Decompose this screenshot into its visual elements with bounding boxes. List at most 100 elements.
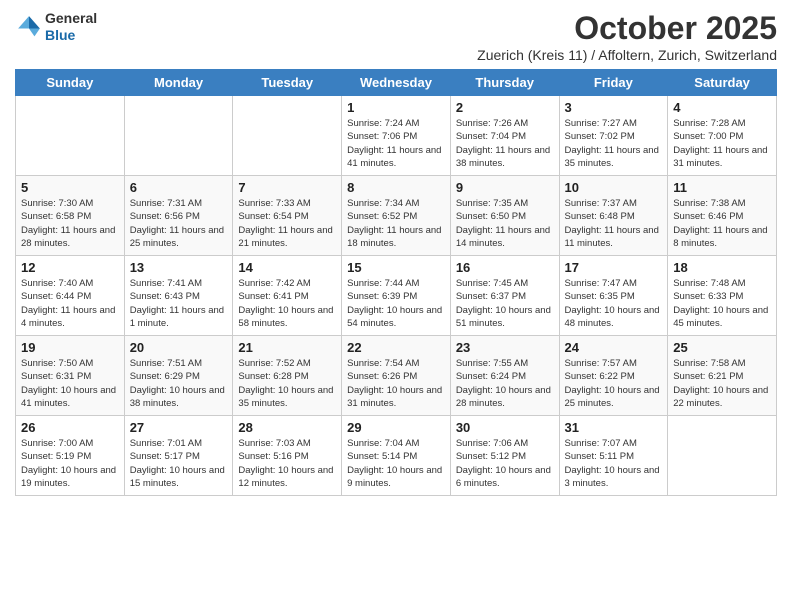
day-number: 16 [456,260,554,275]
day-number: 31 [565,420,663,435]
day-number: 12 [21,260,119,275]
calendar-cell: 21 Sunrise: 7:52 AM Sunset: 6:28 PM Dayli… [233,336,342,416]
month-title: October 2025 [477,10,777,47]
day-number: 7 [238,180,336,195]
day-number: 17 [565,260,663,275]
calendar-cell: 17 Sunrise: 7:47 AM Sunset: 6:35 PM Dayli… [559,256,668,336]
day-info: Sunrise: 7:33 AM Sunset: 6:54 PM Dayligh… [238,197,336,250]
day-info: Sunrise: 7:47 AM Sunset: 6:35 PM Dayligh… [565,277,663,330]
day-info: Sunrise: 7:50 AM Sunset: 6:31 PM Dayligh… [21,357,119,410]
calendar-cell: 12 Sunrise: 7:40 AM Sunset: 6:44 PM Dayli… [16,256,125,336]
calendar-week-row: 19 Sunrise: 7:50 AM Sunset: 6:31 PM Dayli… [16,336,777,416]
calendar-cell [124,96,233,176]
col-header-tuesday: Tuesday [233,70,342,96]
day-info: Sunrise: 7:06 AM Sunset: 5:12 PM Dayligh… [456,437,554,490]
calendar-cell: 29Sunrise: 7:04 AM Sunset: 5:14 PM Dayli… [342,416,451,496]
calendar-cell [233,96,342,176]
col-header-thursday: Thursday [450,70,559,96]
day-number: 24 [565,340,663,355]
day-info: Sunrise: 7:58 AM Sunset: 6:21 PM Dayligh… [673,357,771,410]
calendar-cell: 5Sunrise: 7:30 AM Sunset: 6:58 PM Daylig… [16,176,125,256]
day-info: Sunrise: 7:30 AM Sunset: 6:58 PM Dayligh… [21,197,119,250]
calendar-cell: 19 Sunrise: 7:50 AM Sunset: 6:31 PM Dayli… [16,336,125,416]
day-number: 10 [565,180,663,195]
day-info: Sunrise: 7:57 AM Sunset: 6:22 PM Dayligh… [565,357,663,410]
logo-text: General Blue [45,10,97,44]
day-info: Sunrise: 7:34 AM Sunset: 6:52 PM Dayligh… [347,197,445,250]
calendar-cell: 24 Sunrise: 7:57 AM Sunset: 6:22 PM Dayli… [559,336,668,416]
calendar-cell: 4Sunrise: 7:28 AM Sunset: 7:00 PM Daylig… [668,96,777,176]
day-number: 23 [456,340,554,355]
calendar-cell: 2Sunrise: 7:26 AM Sunset: 7:04 PM Daylig… [450,96,559,176]
day-number: 22 [347,340,445,355]
col-header-friday: Friday [559,70,668,96]
day-info: Sunrise: 7:45 AM Sunset: 6:37 PM Dayligh… [456,277,554,330]
title-block: October 2025 Zuerich (Kreis 11) / Affolt… [477,10,777,63]
day-info: Sunrise: 7:41 AM Sunset: 6:43 PM Dayligh… [130,277,228,330]
logo-general: General [45,10,97,27]
calendar-cell: 11Sunrise: 7:38 AM Sunset: 6:46 PM Dayli… [668,176,777,256]
calendar-cell: 15Sunrise: 7:44 AM Sunset: 6:39 PM Dayli… [342,256,451,336]
calendar-week-row: 1 Sunrise: 7:24 AM Sunset: 7:06 PM Daylig… [16,96,777,176]
calendar-cell: 10Sunrise: 7:37 AM Sunset: 6:48 PM Dayli… [559,176,668,256]
day-number: 28 [238,420,336,435]
day-number: 9 [456,180,554,195]
day-info: Sunrise: 7:31 AM Sunset: 6:56 PM Dayligh… [130,197,228,250]
calendar-cell: 8 Sunrise: 7:34 AM Sunset: 6:52 PM Daylig… [342,176,451,256]
day-info: Sunrise: 7:55 AM Sunset: 6:24 PM Dayligh… [456,357,554,410]
col-header-wednesday: Wednesday [342,70,451,96]
day-number: 18 [673,260,771,275]
day-info: Sunrise: 7:26 AM Sunset: 7:04 PM Dayligh… [456,117,554,170]
day-number: 19 [21,340,119,355]
calendar-cell [668,416,777,496]
calendar-cell: 23 Sunrise: 7:55 AM Sunset: 6:24 PM Dayli… [450,336,559,416]
calendar-cell: 3Sunrise: 7:27 AM Sunset: 7:02 PM Daylig… [559,96,668,176]
logo-blue: Blue [45,27,97,44]
calendar-cell: 16 Sunrise: 7:45 AM Sunset: 6:37 PM Dayli… [450,256,559,336]
calendar-cell [16,96,125,176]
logo: General Blue [15,10,97,44]
calendar-table: SundayMondayTuesdayWednesdayThursdayFrid… [15,69,777,496]
day-info: Sunrise: 7:52 AM Sunset: 6:28 PM Dayligh… [238,357,336,410]
day-info: Sunrise: 7:44 AM Sunset: 6:39 PM Dayligh… [347,277,445,330]
day-number: 25 [673,340,771,355]
page-header: General Blue October 2025 Zuerich (Kreis… [15,10,777,63]
day-number: 14 [238,260,336,275]
day-number: 3 [565,100,663,115]
calendar-cell: 20Sunrise: 7:51 AM Sunset: 6:29 PM Dayli… [124,336,233,416]
day-number: 30 [456,420,554,435]
day-info: Sunrise: 7:24 AM Sunset: 7:06 PM Dayligh… [347,117,445,170]
calendar-cell: 27 Sunrise: 7:01 AM Sunset: 5:17 PM Dayli… [124,416,233,496]
day-info: Sunrise: 7:00 AM Sunset: 5:19 PM Dayligh… [21,437,119,490]
calendar-cell: 31 Sunrise: 7:07 AM Sunset: 5:11 PM Dayli… [559,416,668,496]
calendar-cell: 14Sunrise: 7:42 AM Sunset: 6:41 PM Dayli… [233,256,342,336]
calendar-cell: 30 Sunrise: 7:06 AM Sunset: 5:12 PM Dayli… [450,416,559,496]
calendar-cell: 1 Sunrise: 7:24 AM Sunset: 7:06 PM Daylig… [342,96,451,176]
day-info: Sunrise: 7:38 AM Sunset: 6:46 PM Dayligh… [673,197,771,250]
day-number: 27 [130,420,228,435]
calendar-cell: 28 Sunrise: 7:03 AM Sunset: 5:16 PM Dayli… [233,416,342,496]
day-number: 26 [21,420,119,435]
col-header-monday: Monday [124,70,233,96]
day-info: Sunrise: 7:01 AM Sunset: 5:17 PM Dayligh… [130,437,228,490]
calendar-cell: 7 Sunrise: 7:33 AM Sunset: 6:54 PM Daylig… [233,176,342,256]
calendar-cell: 22 Sunrise: 7:54 AM Sunset: 6:26 PM Dayli… [342,336,451,416]
day-info: Sunrise: 7:03 AM Sunset: 5:16 PM Dayligh… [238,437,336,490]
logo-icon [15,13,43,41]
day-number: 13 [130,260,228,275]
day-info: Sunrise: 7:54 AM Sunset: 6:26 PM Dayligh… [347,357,445,410]
calendar-week-row: 26 Sunrise: 7:00 AM Sunset: 5:19 PM Dayli… [16,416,777,496]
day-number: 4 [673,100,771,115]
day-number: 1 [347,100,445,115]
day-info: Sunrise: 7:48 AM Sunset: 6:33 PM Dayligh… [673,277,771,330]
calendar-cell: 13 Sunrise: 7:41 AM Sunset: 6:43 PM Dayli… [124,256,233,336]
col-header-sunday: Sunday [16,70,125,96]
day-info: Sunrise: 7:07 AM Sunset: 5:11 PM Dayligh… [565,437,663,490]
calendar-cell: 9Sunrise: 7:35 AM Sunset: 6:50 PM Daylig… [450,176,559,256]
calendar-week-row: 12 Sunrise: 7:40 AM Sunset: 6:44 PM Dayli… [16,256,777,336]
calendar-cell: 25 Sunrise: 7:58 AM Sunset: 6:21 PM Dayli… [668,336,777,416]
day-number: 8 [347,180,445,195]
day-number: 6 [130,180,228,195]
day-info: Sunrise: 7:40 AM Sunset: 6:44 PM Dayligh… [21,277,119,330]
day-number: 21 [238,340,336,355]
